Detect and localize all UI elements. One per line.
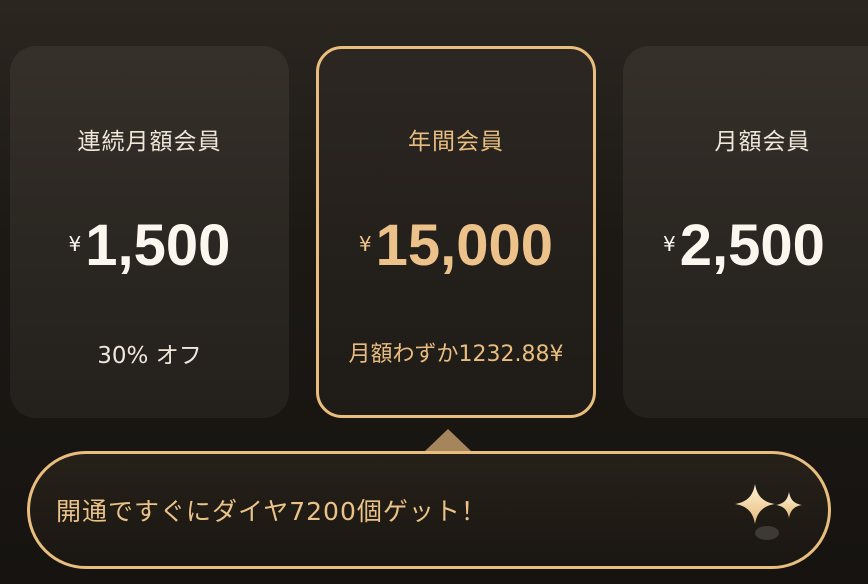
bonus-banner: 開通ですぐにダイヤ7200個ゲット！: [27, 451, 831, 569]
currency-symbol: ¥: [358, 232, 372, 256]
price-amount: 2,500: [679, 213, 825, 278]
currency-symbol: ¥: [663, 232, 676, 256]
bonus-banner-text: 開通ですぐにダイヤ7200個ゲット！: [56, 497, 487, 526]
plan-title: 連続月額会員: [77, 129, 222, 155]
plan-card-continuous-monthly[interactable]: 連続月額会員 ¥1,500 30% オフ: [10, 46, 289, 418]
plan-discount-note: 30% オフ: [97, 343, 202, 369]
sparkle-icon: [735, 484, 802, 540]
price-amount: 15,000: [375, 213, 554, 278]
price-amount: 1,500: [85, 213, 231, 278]
plan-price: ¥2,500: [623, 212, 868, 279]
plan-card-monthly[interactable]: 月額会員 ¥2,500: [623, 46, 868, 418]
selected-plan-pointer: [425, 429, 471, 451]
plan-monthly-equivalent-note: 月額わずか1232.88¥: [348, 342, 564, 367]
plan-price: ¥15,000: [319, 212, 593, 279]
plan-card-annual[interactable]: 年間会員 ¥15,000 月額わずか1232.88¥: [316, 46, 596, 418]
plan-price: ¥1,500: [10, 212, 289, 279]
currency-symbol: ¥: [68, 232, 82, 256]
plan-title: 年間会員: [408, 129, 504, 155]
plan-title: 月額会員: [714, 129, 811, 155]
